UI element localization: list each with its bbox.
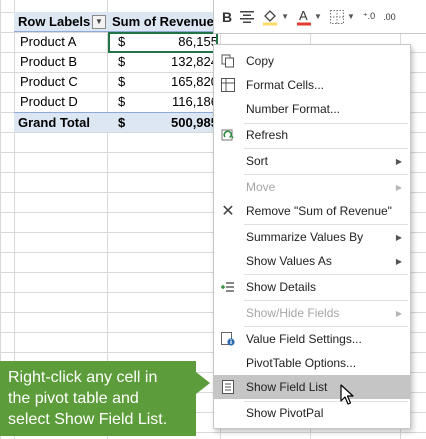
submenu-arrow-icon: ▶ — [395, 232, 402, 242]
menu-item-label: Summarize Values By — [246, 230, 364, 244]
row-label[interactable]: Product D — [20, 94, 78, 109]
menu-item-label: PivotTable Options... — [246, 356, 357, 370]
bold-icon[interactable]: B — [222, 7, 232, 27]
submenu-arrow-icon: ▶ — [395, 156, 402, 166]
revenue-value[interactable]: 116,186 — [172, 94, 218, 109]
pivot-row[interactable]: Product A $ 86,155 — [14, 32, 220, 52]
pivot-row[interactable]: Product D $ 116,186 — [14, 92, 220, 112]
menu-item-value-field-settings[interactable]: Value Field Settings... — [214, 327, 410, 351]
chevron-down-icon[interactable]: ▼ — [347, 12, 355, 21]
decrease-decimal-icon[interactable]: .00 — [383, 7, 396, 27]
menu-item-refresh[interactable]: Refresh — [214, 123, 410, 147]
submenu-arrow-icon: ▶ — [395, 182, 402, 192]
close-icon: ✕ — [221, 203, 235, 220]
menu-item-label: Remove "Sum of Revenue" — [246, 204, 392, 218]
chevron-down-icon[interactable]: ▼ — [314, 12, 322, 21]
increase-decimal-icon[interactable]: ⁺.0 — [363, 7, 375, 27]
menu-item-label: Value Field Settings... — [246, 332, 362, 346]
menu-item-show-details[interactable]: Show Details — [214, 275, 410, 299]
menu-item-summarize-values-by[interactable]: Summarize Values By ▶ — [214, 225, 410, 249]
menu-item-label: Show/Hide Fields — [246, 306, 340, 320]
callout-line: the pivot table and — [8, 390, 139, 407]
menu-item-move: Move ▶ — [214, 175, 410, 199]
grand-total-row[interactable]: Grand Total $ 500,985 — [14, 112, 220, 132]
format-cells-icon — [220, 77, 236, 93]
field-settings-icon — [220, 331, 236, 347]
font-color-icon[interactable]: A — [297, 7, 312, 27]
menu-item-label: Number Format... — [246, 102, 341, 116]
field-list-icon — [220, 379, 236, 395]
menu-item-label: Show PivotPal — [246, 406, 324, 420]
row-label[interactable]: Product C — [20, 74, 78, 89]
currency-symbol: $ — [118, 74, 126, 89]
revenue-value[interactable]: 165,820 — [171, 74, 218, 89]
submenu-arrow-icon: ▶ — [395, 256, 402, 266]
pivot-header-row: Row Labels ▼ Sum of Revenue — [14, 12, 220, 32]
menu-item-label: Sort — [246, 154, 269, 168]
align-center-icon[interactable] — [240, 7, 255, 27]
callout-arrow — [196, 372, 210, 394]
sum-of-revenue-header[interactable]: Sum of Revenue — [112, 14, 214, 29]
instruction-callout: Right-click any cell in the pivot table … — [0, 361, 196, 436]
filter-dropdown-icon[interactable]: ▼ — [92, 15, 106, 29]
menu-item-label: Move — [246, 180, 276, 194]
borders-icon[interactable] — [329, 7, 344, 27]
currency-symbol: $ — [118, 34, 126, 49]
menu-item-label: Refresh — [246, 128, 289, 142]
chevron-down-icon[interactable]: ▼ — [281, 12, 289, 21]
menu-item-copy[interactable]: Copy — [214, 49, 410, 73]
row-label[interactable]: Product B — [20, 54, 77, 69]
svg-text:A: A — [299, 8, 308, 23]
menu-item-remove-field[interactable]: ✕ Remove "Sum of Revenue" — [214, 199, 410, 223]
menu-item-label: Copy — [246, 54, 275, 68]
menu-item-show-field-list[interactable]: Show Field List — [214, 375, 410, 399]
menu-item-number-format[interactable]: Number Format... — [214, 97, 410, 121]
pivot-row[interactable]: Product B $ 132,824 — [14, 52, 220, 72]
submenu-arrow-icon: ▶ — [395, 308, 402, 318]
mouse-pointer-icon — [340, 384, 354, 405]
menu-item-show-values-as[interactable]: Show Values As ▶ — [214, 249, 410, 273]
context-menu: Copy Format Cells... Number Format... Re… — [213, 44, 411, 429]
currency-symbol: $ — [118, 94, 126, 109]
menu-item-label: Format Cells... — [246, 78, 325, 92]
callout-line: Right-click any cell in — [8, 369, 158, 386]
copy-icon — [220, 53, 236, 69]
currency-symbol: $ — [118, 115, 126, 130]
menu-item-label: Show Field List — [246, 380, 328, 394]
row-labels-header[interactable]: Row Labels — [18, 14, 90, 29]
refresh-icon — [220, 127, 236, 143]
menu-item-label: Show Values As — [246, 254, 332, 268]
grand-total-value[interactable]: 500,985 — [171, 115, 218, 130]
menu-item-label: Show Details — [246, 280, 317, 294]
show-details-icon — [220, 279, 236, 295]
row-label[interactable]: Product A — [20, 34, 76, 49]
currency-symbol: $ — [118, 54, 126, 69]
menu-item-show-pivotpal[interactable]: Show PivotPal — [214, 401, 410, 425]
menu-item-pivottable-options[interactable]: PivotTable Options... — [214, 351, 410, 375]
menu-item-format-cells[interactable]: Format Cells... — [214, 73, 410, 97]
callout-line: select Show Field List. — [8, 411, 168, 428]
menu-item-show-hide-fields: Show/Hide Fields ▶ — [214, 301, 410, 325]
menu-item-sort[interactable]: Sort ▶ — [214, 149, 410, 173]
revenue-value[interactable]: 132,824 — [171, 54, 218, 69]
pivot-row[interactable]: Product C $ 165,820 — [14, 72, 220, 92]
mini-toolbar: B ▼ A ▼ ▼ ⁺.0 .00 — [213, 0, 426, 34]
fill-color-icon[interactable] — [262, 7, 278, 27]
grand-total-label[interactable]: Grand Total — [18, 115, 90, 130]
